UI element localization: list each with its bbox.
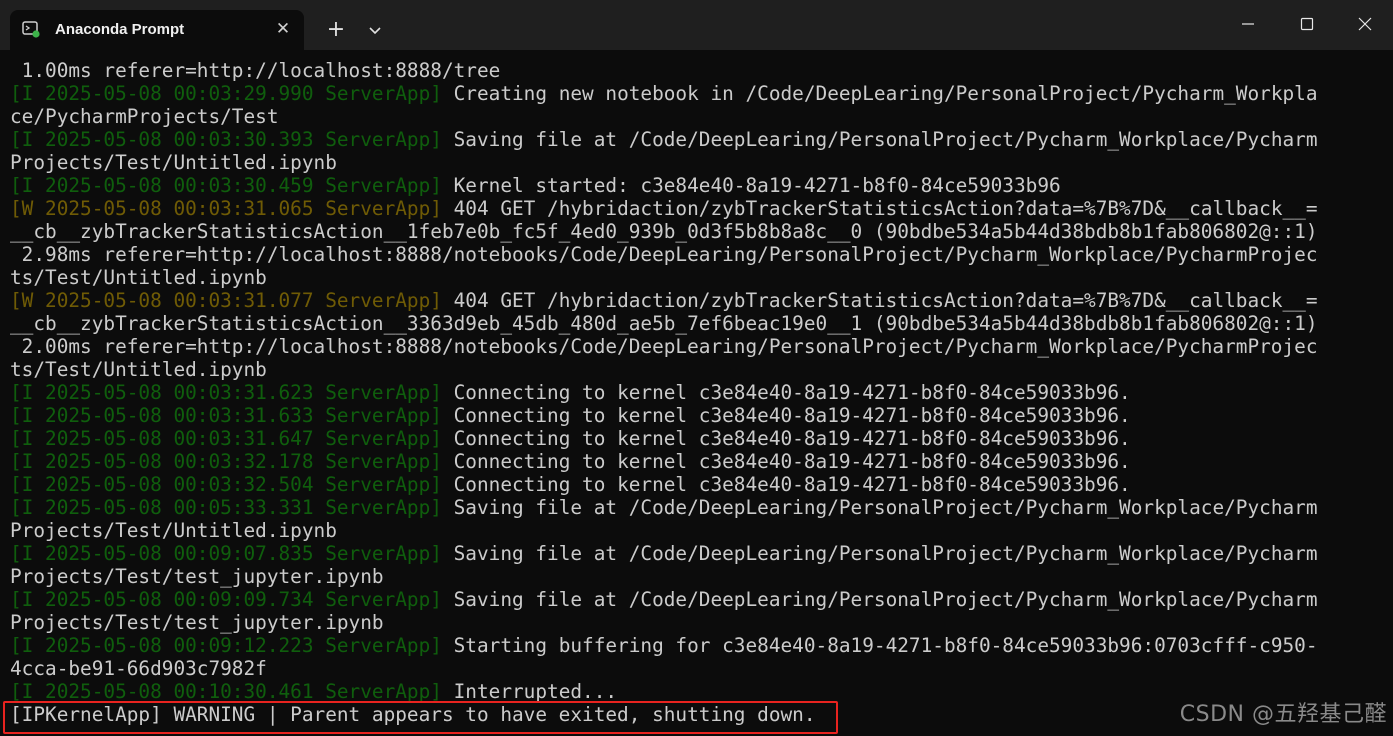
terminal-output[interactable]: 1.00ms referer=http://localhost:8888/tre… <box>0 50 1393 736</box>
terminal-line: 2.00ms referer=http://localhost:8888/not… <box>10 335 1318 358</box>
terminal-line: [W 2025-05-08 00:03:31.077 ServerApp] 40… <box>10 289 1318 312</box>
log-prefix: [I 2025-05-08 00:09:09.734 ServerApp] <box>10 588 442 611</box>
terminal-lines: 1.00ms referer=http://localhost:8888/tre… <box>10 59 1318 726</box>
terminal-line: ts/Test/Untitled.ipynb <box>10 358 1318 381</box>
log-message: 2.98ms referer=http://localhost:8888/not… <box>10 243 1318 266</box>
terminal-app-icon <box>22 21 40 38</box>
log-prefix: [I 2025-05-08 00:09:07.835 ServerApp] <box>10 542 442 565</box>
log-message: Creating new notebook in /Code/DeepLeari… <box>441 82 1318 105</box>
terminal-line: Projects/Test/test_jupyter.ipynb <box>10 611 1318 634</box>
log-prefix: [I 2025-05-08 00:09:12.223 ServerApp] <box>10 634 442 657</box>
log-message: ce/PycharmProjects/Test <box>10 105 279 128</box>
terminal-line: [I 2025-05-08 00:09:09.734 ServerApp] Sa… <box>10 588 1318 611</box>
log-prefix: [I 2025-05-08 00:10:30.461 ServerApp] <box>10 680 442 703</box>
log-prefix: [I 2025-05-08 00:03:32.504 ServerApp] <box>10 473 442 496</box>
tab-close-icon[interactable]: ✕ <box>272 18 294 40</box>
log-message: Connecting to kernel c3e84e40-8a19-4271-… <box>441 427 1131 450</box>
terminal-line: [I 2025-05-08 00:03:32.178 ServerApp] Co… <box>10 450 1318 473</box>
terminal-line: [I 2025-05-08 00:03:31.647 ServerApp] Co… <box>10 427 1318 450</box>
log-prefix: [I 2025-05-08 00:03:29.990 ServerApp] <box>10 82 442 105</box>
log-message: Projects/Test/test_jupyter.ipynb <box>10 565 384 588</box>
highlight-annotation-box <box>3 701 838 734</box>
log-prefix: [I 2025-05-08 00:03:32.178 ServerApp] <box>10 450 442 473</box>
close-icon[interactable] <box>1336 0 1393 48</box>
log-message: Starting buffering for c3e84e40-8a19-427… <box>441 634 1318 657</box>
log-message: Saving file at /Code/DeepLearing/Persona… <box>441 128 1318 151</box>
terminal-line: [I 2025-05-08 00:09:12.223 ServerApp] St… <box>10 634 1318 657</box>
log-message: Connecting to kernel c3e84e40-8a19-4271-… <box>441 404 1131 427</box>
watermark: CSDN @五羟基己醛 <box>1179 702 1387 727</box>
log-prefix: [I 2025-05-08 00:05:33.331 ServerApp] <box>10 496 442 519</box>
log-message: ts/Test/Untitled.ipynb <box>10 266 267 289</box>
log-message: Connecting to kernel c3e84e40-8a19-4271-… <box>441 473 1131 496</box>
chevron-down-icon[interactable] <box>362 16 388 44</box>
log-message: 404 GET /hybridaction/zybTrackerStatisti… <box>441 197 1318 220</box>
terminal-line: [W 2025-05-08 00:03:31.065 ServerApp] 40… <box>10 197 1318 220</box>
log-message: Projects/Test/Untitled.ipynb <box>10 519 337 542</box>
plus-icon[interactable]: + <box>322 16 350 44</box>
log-message: ts/Test/Untitled.ipynb <box>10 358 267 381</box>
log-prefix: [I 2025-05-08 00:03:31.647 ServerApp] <box>10 427 442 450</box>
terminal-line: [I 2025-05-08 00:03:31.633 ServerApp] Co… <box>10 404 1318 427</box>
terminal-line: [I 2025-05-08 00:03:32.504 ServerApp] Co… <box>10 473 1318 496</box>
terminal-line: 4cca-be91-66d903c7982f <box>10 657 1318 680</box>
terminal-line: ce/PycharmProjects/Test <box>10 105 1318 128</box>
maximize-icon[interactable] <box>1278 0 1336 48</box>
log-prefix: [I 2025-05-08 00:03:31.623 ServerApp] <box>10 381 442 404</box>
terminal-line: [I 2025-05-08 00:10:30.461 ServerApp] In… <box>10 680 1318 703</box>
tab-title: Anaconda Prompt <box>55 21 185 38</box>
log-prefix: [W 2025-05-08 00:03:31.065 ServerApp] <box>10 197 442 220</box>
log-message: 2.00ms referer=http://localhost:8888/not… <box>10 335 1318 358</box>
terminal-line: [I 2025-05-08 00:05:33.331 ServerApp] Sa… <box>10 496 1318 519</box>
log-prefix: [I 2025-05-08 00:03:30.393 ServerApp] <box>10 128 442 151</box>
log-prefix: [I 2025-05-08 00:03:31.633 ServerApp] <box>10 404 442 427</box>
terminal-line: Projects/Test/test_jupyter.ipynb <box>10 565 1318 588</box>
terminal-line: [I 2025-05-08 00:03:31.623 ServerApp] Co… <box>10 381 1318 404</box>
terminal-line: [I 2025-05-08 00:03:29.990 ServerApp] Cr… <box>10 82 1318 105</box>
log-prefix: [W 2025-05-08 00:03:31.077 ServerApp] <box>10 289 442 312</box>
log-message: Saving file at /Code/DeepLearing/Persona… <box>441 588 1318 611</box>
terminal-line: ts/Test/Untitled.ipynb <box>10 266 1318 289</box>
log-message: 4cca-be91-66d903c7982f <box>10 657 267 680</box>
log-message: Connecting to kernel c3e84e40-8a19-4271-… <box>441 381 1131 404</box>
log-message: Projects/Test/Untitled.ipynb <box>10 151 337 174</box>
terminal-line: __cb__zybTrackerStatisticsAction__3363d9… <box>10 312 1318 335</box>
minimize-icon[interactable] <box>1219 0 1277 48</box>
terminal-line: [I 2025-05-08 00:03:30.459 ServerApp] Ke… <box>10 174 1318 197</box>
terminal-line: [I 2025-05-08 00:03:30.393 ServerApp] Sa… <box>10 128 1318 151</box>
log-message: Projects/Test/test_jupyter.ipynb <box>10 611 384 634</box>
terminal-line: [I 2025-05-08 00:09:07.835 ServerApp] Sa… <box>10 542 1318 565</box>
terminal-line: Projects/Test/Untitled.ipynb <box>10 151 1318 174</box>
log-message: Saving file at /Code/DeepLearing/Persona… <box>441 496 1318 519</box>
terminal-line: Projects/Test/Untitled.ipynb <box>10 519 1318 542</box>
log-message: Interrupted... <box>441 680 618 703</box>
terminal-line: 1.00ms referer=http://localhost:8888/tre… <box>10 59 1318 82</box>
log-message: Kernel started: c3e84e40-8a19-4271-b8f0-… <box>441 174 1061 197</box>
log-message: __cb__zybTrackerStatisticsAction__1feb7e… <box>10 220 1318 243</box>
log-message: 1.00ms referer=http://localhost:8888/tre… <box>10 59 501 82</box>
log-message: Connecting to kernel c3e84e40-8a19-4271-… <box>441 450 1131 473</box>
log-message: 404 GET /hybridaction/zybTrackerStatisti… <box>441 289 1318 312</box>
log-message: Saving file at /Code/DeepLearing/Persona… <box>441 542 1318 565</box>
log-message: __cb__zybTrackerStatisticsAction__3363d9… <box>10 312 1318 335</box>
log-prefix: [I 2025-05-08 00:03:30.459 ServerApp] <box>10 174 442 197</box>
title-bar: Anaconda Prompt ✕ + <box>0 0 1393 50</box>
tab-anaconda-prompt[interactable]: Anaconda Prompt ✕ <box>10 10 304 50</box>
terminal-line: __cb__zybTrackerStatisticsAction__1feb7e… <box>10 220 1318 243</box>
terminal-line: 2.98ms referer=http://localhost:8888/not… <box>10 243 1318 266</box>
